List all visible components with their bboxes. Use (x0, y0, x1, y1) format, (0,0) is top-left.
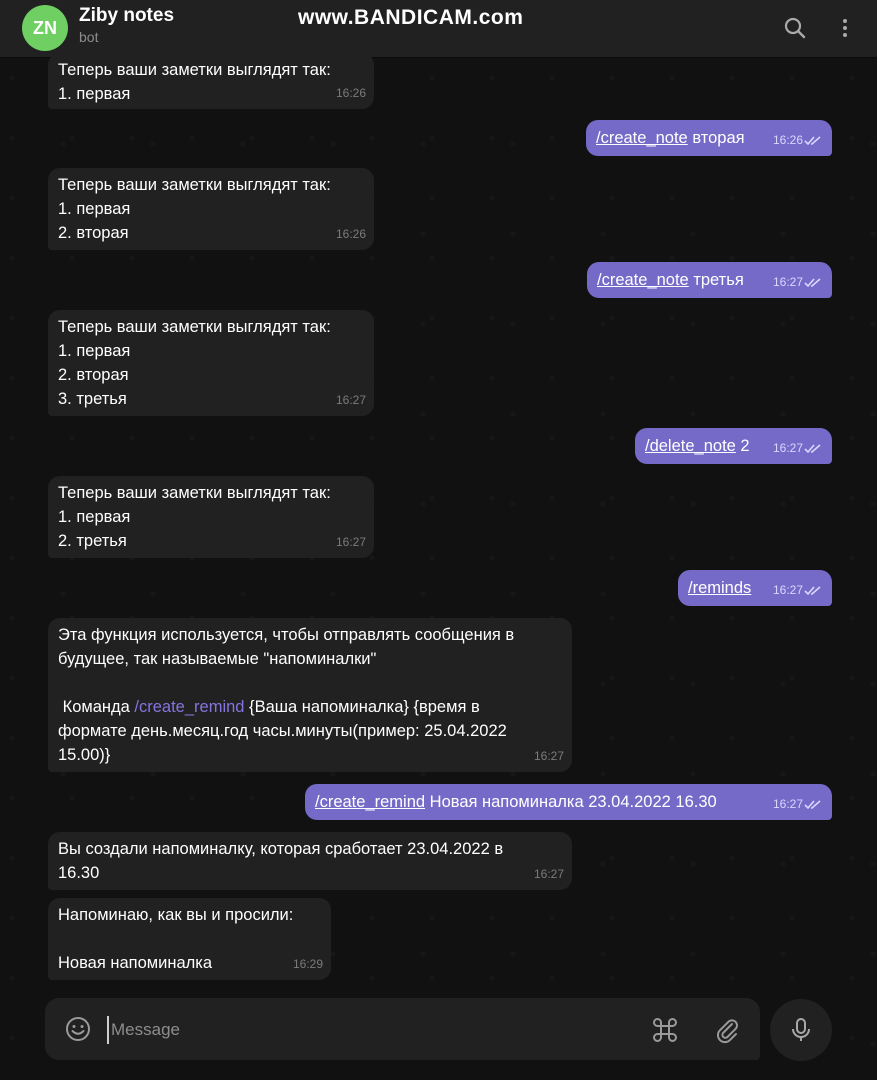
message-outgoing[interactable]: /create_note третья 16:27 (587, 262, 832, 298)
message-line: Вы создали напоминалку, которая сработае… (58, 840, 504, 858)
message-line: Теперь ваши заметки выглядят так: (58, 176, 331, 194)
message-line: 2. третья (58, 532, 127, 550)
message-line: Напоминаю, как вы и просили: (58, 906, 294, 924)
message-line: Новая напоминалка (58, 954, 213, 972)
message-time: 16:27 (335, 393, 366, 407)
search-button[interactable] (777, 10, 813, 46)
message-line: Эта функция используется, чтобы отправля… (58, 626, 515, 644)
message-time: 16:27 (533, 867, 564, 881)
message-time: 16:27 (335, 535, 366, 549)
message-line: Теперь ваши заметки выглядят так: (58, 318, 331, 336)
command-link[interactable]: /reminds (688, 579, 751, 597)
message-line: будущее, так называемые "напоминалки" (58, 650, 377, 668)
emoji-button[interactable] (63, 1014, 93, 1044)
message-text: Новая напоминалка 23.04.2022 16.30 (425, 793, 717, 811)
message-line: Команда /create_remind {Ваша напоминалка… (58, 698, 480, 716)
command-link[interactable]: /create_remind (315, 793, 425, 811)
message-time: 16:27 (773, 436, 822, 460)
emoji-icon (66, 1017, 90, 1041)
message-line: 1. первая (58, 342, 131, 360)
message-time: 16:26 (773, 128, 822, 152)
message-line: 1. первая (58, 508, 131, 526)
bot-commands-button[interactable] (649, 1014, 681, 1046)
double-check-icon (804, 586, 821, 596)
message-time: 16:27 (773, 792, 822, 816)
paperclip-icon (717, 1019, 738, 1044)
message-line: 1. первая (58, 200, 131, 218)
more-button[interactable] (827, 10, 863, 46)
message-text: вторая (687, 129, 745, 147)
command-link[interactable]: /create_note (597, 271, 689, 289)
chat-title: Ziby notes (79, 5, 175, 26)
message-line: Теперь ваши заметки выглядят так: (58, 484, 331, 502)
message-outgoing[interactable]: /create_note вторая 16:26 (586, 120, 832, 156)
message-outgoing[interactable]: /reminds 16:27 (678, 570, 832, 606)
message-time: 16:27 (773, 578, 822, 602)
attach-button[interactable] (711, 1014, 743, 1046)
message-line: 1. первая (58, 85, 131, 103)
chat-subtitle: bot (79, 29, 99, 45)
command-link[interactable]: /create_remind (134, 698, 244, 716)
microphone-icon (792, 1018, 810, 1041)
message-incoming[interactable]: Теперь ваши заметки выглядят так: 1. пер… (48, 476, 374, 558)
message-incoming[interactable]: Теперь ваши заметки выглядят так: 1. пер… (48, 310, 374, 416)
double-check-icon (804, 136, 821, 146)
message-time: 16:26 (335, 86, 366, 100)
chat-header[interactable]: ZN Ziby notes bot www.BANDICAM.com (0, 0, 877, 58)
message-line: 2. вторая (58, 224, 129, 242)
message-outgoing[interactable]: /create_remind Новая напоминалка 23.04.2… (305, 784, 832, 820)
message-line: 16.30 (58, 864, 100, 882)
avatar[interactable]: ZN (22, 5, 68, 51)
more-vertical-icon (843, 19, 847, 37)
voice-record-button[interactable] (770, 999, 832, 1061)
message-incoming[interactable]: Теперь ваши заметки выглядят так: 1. пер… (48, 168, 374, 250)
message-incoming[interactable]: Напоминаю, как вы и просили: Новая напом… (48, 898, 331, 980)
message-line (58, 927, 321, 951)
message-line: Теперь ваши заметки выглядят так: (58, 61, 331, 79)
chat-window: ZN Ziby notes bot www.BANDICAM.com Тепер… (0, 0, 877, 1080)
message-incoming[interactable]: Теперь ваши заметки выглядят так: 1. пер… (48, 53, 374, 109)
message-time: 16:26 (335, 227, 366, 241)
message-time: 16:27 (773, 270, 822, 294)
message-time: 16:27 (533, 749, 564, 763)
message-line: 2. вторая (58, 366, 129, 384)
message-text: 2 (735, 437, 750, 455)
message-line: 3. третья (58, 390, 127, 408)
message-incoming[interactable]: Вы создали напоминалку, которая сработае… (48, 832, 572, 890)
message-time: 16:29 (292, 957, 323, 971)
message-line (58, 671, 562, 695)
command-icon (653, 1018, 677, 1042)
message-input[interactable] (107, 1016, 633, 1044)
command-link[interactable]: /delete_note (645, 437, 736, 455)
message-line: 15.00)} (58, 746, 111, 764)
message-text: третья (688, 271, 744, 289)
message-line: формате день.месяц.год часы.минуты(приме… (58, 722, 507, 740)
message-composer (45, 998, 760, 1060)
command-link[interactable]: /create_note (596, 129, 688, 147)
search-icon (784, 17, 806, 39)
double-check-icon (804, 278, 821, 288)
message-incoming[interactable]: Эта функция используется, чтобы отправля… (48, 618, 572, 772)
double-check-icon (804, 800, 821, 810)
double-check-icon (804, 444, 821, 454)
message-outgoing[interactable]: /delete_note 2 16:27 (635, 428, 832, 464)
watermark: www.BANDICAM.com (298, 6, 524, 29)
